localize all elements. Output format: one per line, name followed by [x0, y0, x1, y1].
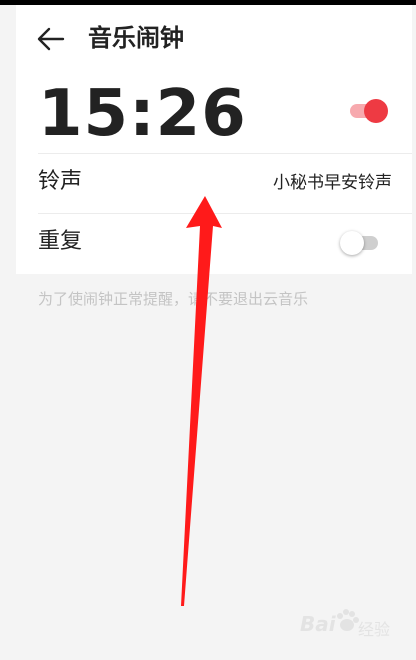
repeat-row[interactable]: 重复: [16, 213, 412, 273]
baidu-watermark: Bai 经验: [300, 604, 400, 644]
header: 音乐闹钟: [16, 5, 412, 69]
ringtone-row[interactable]: 铃声 小秘书早安铃声: [16, 153, 412, 213]
ringtone-value: 小秘书早安铃声: [273, 173, 392, 193]
watermark-text: 经验: [358, 620, 391, 639]
alarm-time-row: 15:26: [16, 71, 412, 153]
ringtone-label: 铃声: [38, 169, 83, 194]
back-button[interactable]: [36, 25, 66, 53]
toggle-knob: [340, 231, 364, 255]
watermark-logo-text: Bai: [300, 612, 336, 636]
arrow-left-icon: [37, 27, 65, 51]
repeat-label: 重复: [38, 229, 83, 254]
alarm-enable-toggle[interactable]: [348, 97, 388, 125]
alarm-time[interactable]: 15:26: [38, 75, 247, 153]
repeat-toggle[interactable]: [340, 229, 380, 257]
toggle-knob: [364, 99, 388, 123]
paw-icon: [337, 609, 359, 631]
alarm-settings-card: 音乐闹钟 15:26 铃声 小秘书早安铃声 重复: [16, 5, 412, 274]
page-title: 音乐闹钟: [88, 24, 184, 52]
hint-text: 为了使闹钟正常提醒，请不要退出云音乐: [38, 290, 309, 308]
